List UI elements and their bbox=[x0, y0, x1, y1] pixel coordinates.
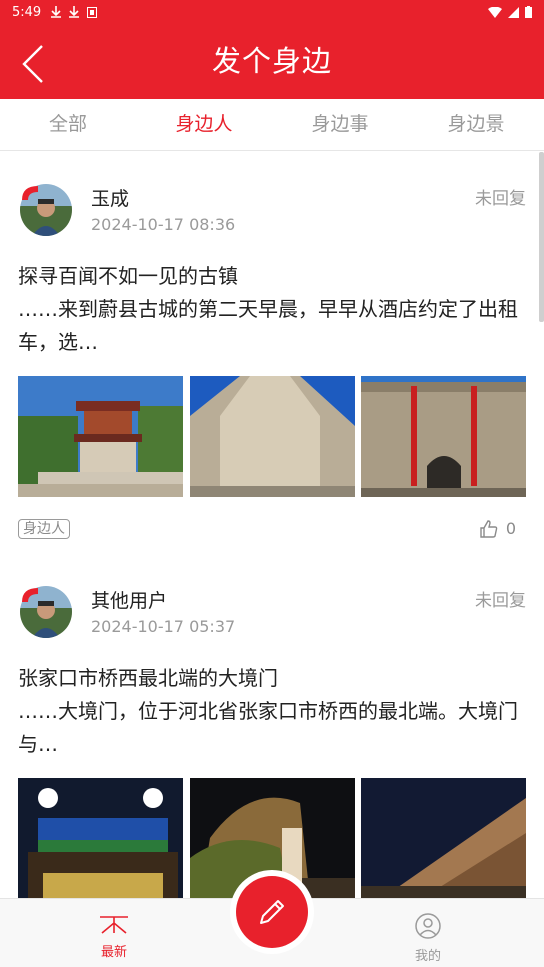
status-time: 5:49 bbox=[12, 4, 42, 20]
signal-icon bbox=[508, 6, 519, 18]
post-feed[interactable]: 玉成 2024-10-17 08:36 未回复 探寻百闻不如一见的古镇 ……来到… bbox=[0, 152, 544, 898]
author-name[interactable]: 玉成 bbox=[91, 184, 129, 211]
scrollbar[interactable] bbox=[539, 152, 544, 322]
tab-events[interactable]: 身边事 bbox=[272, 99, 408, 151]
post-photo[interactable] bbox=[18, 376, 183, 497]
tab-people[interactable]: 身边人 bbox=[136, 99, 272, 151]
post-excerpt[interactable]: ……来到蔚县古城的第二天早晨，早早从酒店约定了出租车，选… bbox=[18, 293, 530, 359]
photo-grid bbox=[18, 376, 526, 497]
download-icon bbox=[69, 6, 80, 18]
post-title[interactable]: 探寻百闻不如一见的古镇 bbox=[18, 260, 238, 289]
nav-mine[interactable]: 我的 bbox=[398, 913, 458, 964]
category-tag: 身边人 bbox=[18, 519, 70, 539]
post-date: 2024-10-17 08:36 bbox=[91, 215, 236, 234]
latest-icon bbox=[100, 916, 128, 934]
post-card[interactable]: 其他用户 2024-10-17 05:37 未回复 张家口市桥西最北端的大境门 … bbox=[0, 554, 544, 898]
post-photo[interactable] bbox=[361, 376, 526, 497]
tab-all[interactable]: 全部 bbox=[0, 99, 136, 151]
post-title[interactable]: 张家口市桥西最北端的大境门 bbox=[18, 662, 278, 691]
post-date: 2024-10-17 05:37 bbox=[91, 617, 236, 636]
post-card[interactable]: 玉成 2024-10-17 08:36 未回复 探寻百闻不如一见的古镇 ……来到… bbox=[0, 152, 544, 564]
reply-status: 未回复 bbox=[475, 591, 526, 611]
tab-scenery[interactable]: 身边景 bbox=[408, 99, 544, 151]
app-header: 发个身边 bbox=[0, 24, 544, 99]
status-bar: 5:49 bbox=[0, 0, 544, 24]
post-photo[interactable] bbox=[18, 778, 183, 898]
post-photo[interactable] bbox=[361, 778, 526, 898]
compose-button[interactable] bbox=[236, 876, 308, 948]
like-button[interactable]: 0 bbox=[480, 519, 516, 538]
reply-status: 未回复 bbox=[475, 189, 526, 209]
user-icon bbox=[415, 913, 441, 939]
category-tabs: 全部 身边人 身边事 身边景 bbox=[0, 99, 544, 151]
badge-icon bbox=[22, 186, 38, 200]
like-count: 0 bbox=[505, 519, 516, 538]
post-photo[interactable] bbox=[189, 376, 355, 497]
notification-icon bbox=[87, 6, 98, 18]
thumbs-up-icon bbox=[480, 519, 498, 538]
pencil-icon bbox=[260, 900, 284, 924]
page-title: 发个身边 bbox=[211, 44, 332, 78]
battery-icon bbox=[525, 6, 532, 18]
wifi-icon bbox=[488, 6, 502, 18]
author-name[interactable]: 其他用户 bbox=[91, 586, 167, 613]
post-excerpt[interactable]: ……大境门，位于河北省张家口市桥西的最北端。大境门与… bbox=[18, 695, 530, 761]
badge-icon bbox=[22, 588, 38, 602]
download-icon bbox=[51, 6, 62, 18]
nav-latest[interactable]: 最新 bbox=[84, 913, 144, 960]
